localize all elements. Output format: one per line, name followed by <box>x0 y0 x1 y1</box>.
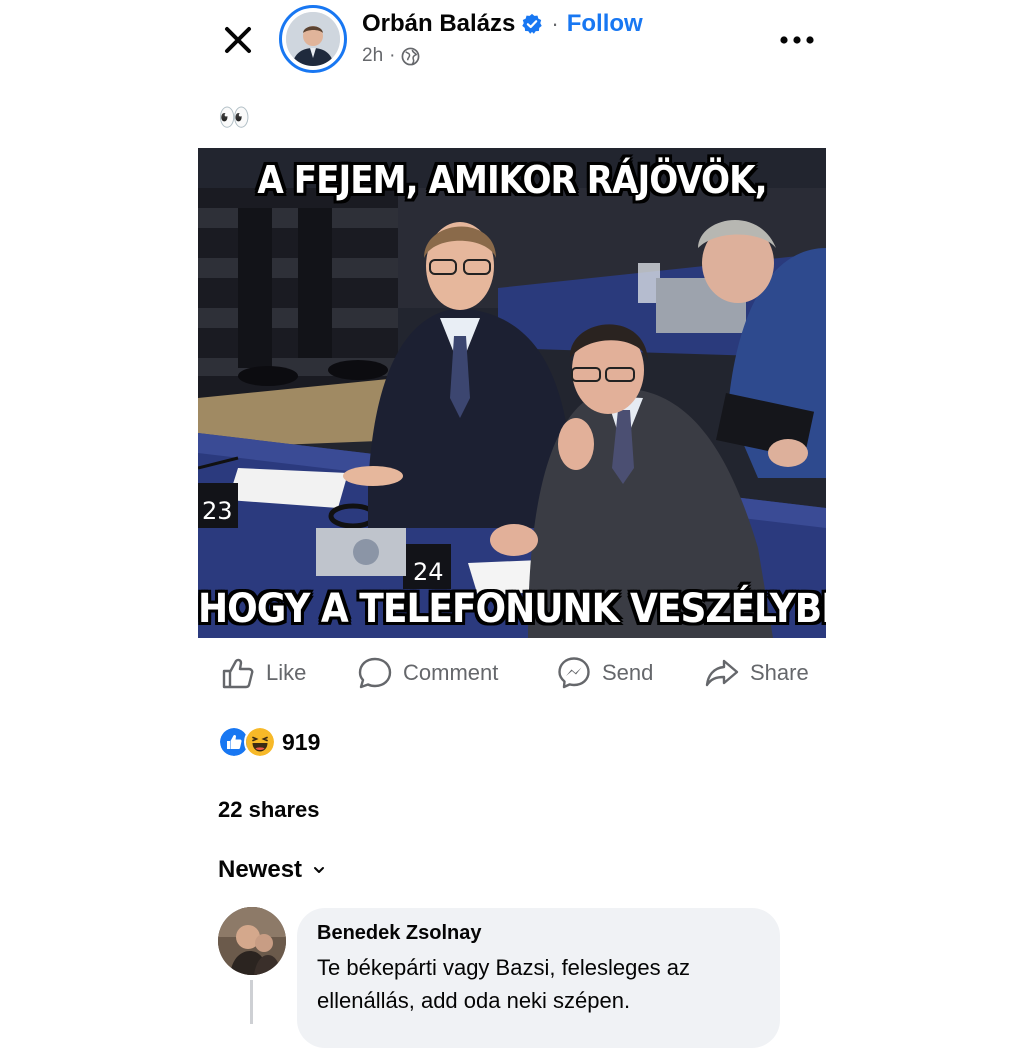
comment-author[interactable]: Benedek Zsolnay <box>317 922 760 945</box>
comment-text: Te békepárti vagy Bazsi, felesleges az e… <box>317 955 690 1013</box>
thread-line <box>250 980 253 1024</box>
like-label: Like <box>266 660 307 685</box>
send-button[interactable]: Send <box>556 655 653 691</box>
seat-label-23: 23 <box>202 497 233 525</box>
meme-top-caption: A FEJEM, AMIKOR RÁJÖVÖK, <box>257 158 767 202</box>
reaction-count: 919 <box>282 728 321 755</box>
comment-label: Comment <box>403 660 499 685</box>
author-name[interactable]: Orbán Balázs <box>362 10 515 38</box>
send-label: Send <box>602 660 654 685</box>
more-options-icon[interactable] <box>778 30 816 50</box>
post-image[interactable]: 23 24 A FEJEM, AMIKOR RÁJÖVÖK, HOGY A TE… <box>198 148 826 638</box>
seat-label-24: 24 <box>413 558 444 586</box>
verified-badge-icon <box>522 13 543 34</box>
thumbs-up-icon <box>222 658 254 689</box>
author-avatar[interactable] <box>279 5 347 73</box>
messenger-icon <box>558 657 590 689</box>
post-text: 👀 <box>218 102 251 132</box>
comment-sort-dropdown[interactable]: Newest <box>218 856 326 884</box>
author-row: Orbán Balázs · Follow <box>362 10 643 38</box>
share-arrow-icon <box>705 659 739 687</box>
reaction-summary[interactable]: 919 <box>218 726 320 758</box>
like-button[interactable]: Like <box>220 655 306 691</box>
chevron-down-icon <box>314 867 325 873</box>
share-button[interactable]: Share <box>704 655 809 691</box>
globe-icon <box>402 47 420 65</box>
post-meta: 2h · <box>362 45 420 67</box>
comment-icon <box>358 657 392 689</box>
follow-button[interactable]: Follow <box>567 10 643 38</box>
close-icon[interactable] <box>220 22 256 58</box>
shares-count[interactable]: 22 shares <box>218 797 320 823</box>
meme-photo: 23 24 <box>198 148 826 638</box>
comment-button[interactable]: Comment <box>357 655 498 691</box>
separator: · <box>551 11 559 36</box>
author-photo <box>286 12 340 66</box>
comment-bubble: Benedek Zsolnay Te békepárti vagy Bazsi,… <box>297 908 780 1048</box>
meme-bottom-caption: HOGY A TELEFONUNK VESZÉLYBEN <box>198 586 826 632</box>
commenter-avatar[interactable] <box>218 907 286 975</box>
sort-label: Newest <box>218 856 303 883</box>
post-time[interactable]: 2h <box>362 45 383 67</box>
meta-separator: · <box>389 45 396 66</box>
share-label: Share <box>750 660 809 685</box>
haha-reaction-icon <box>244 726 276 758</box>
